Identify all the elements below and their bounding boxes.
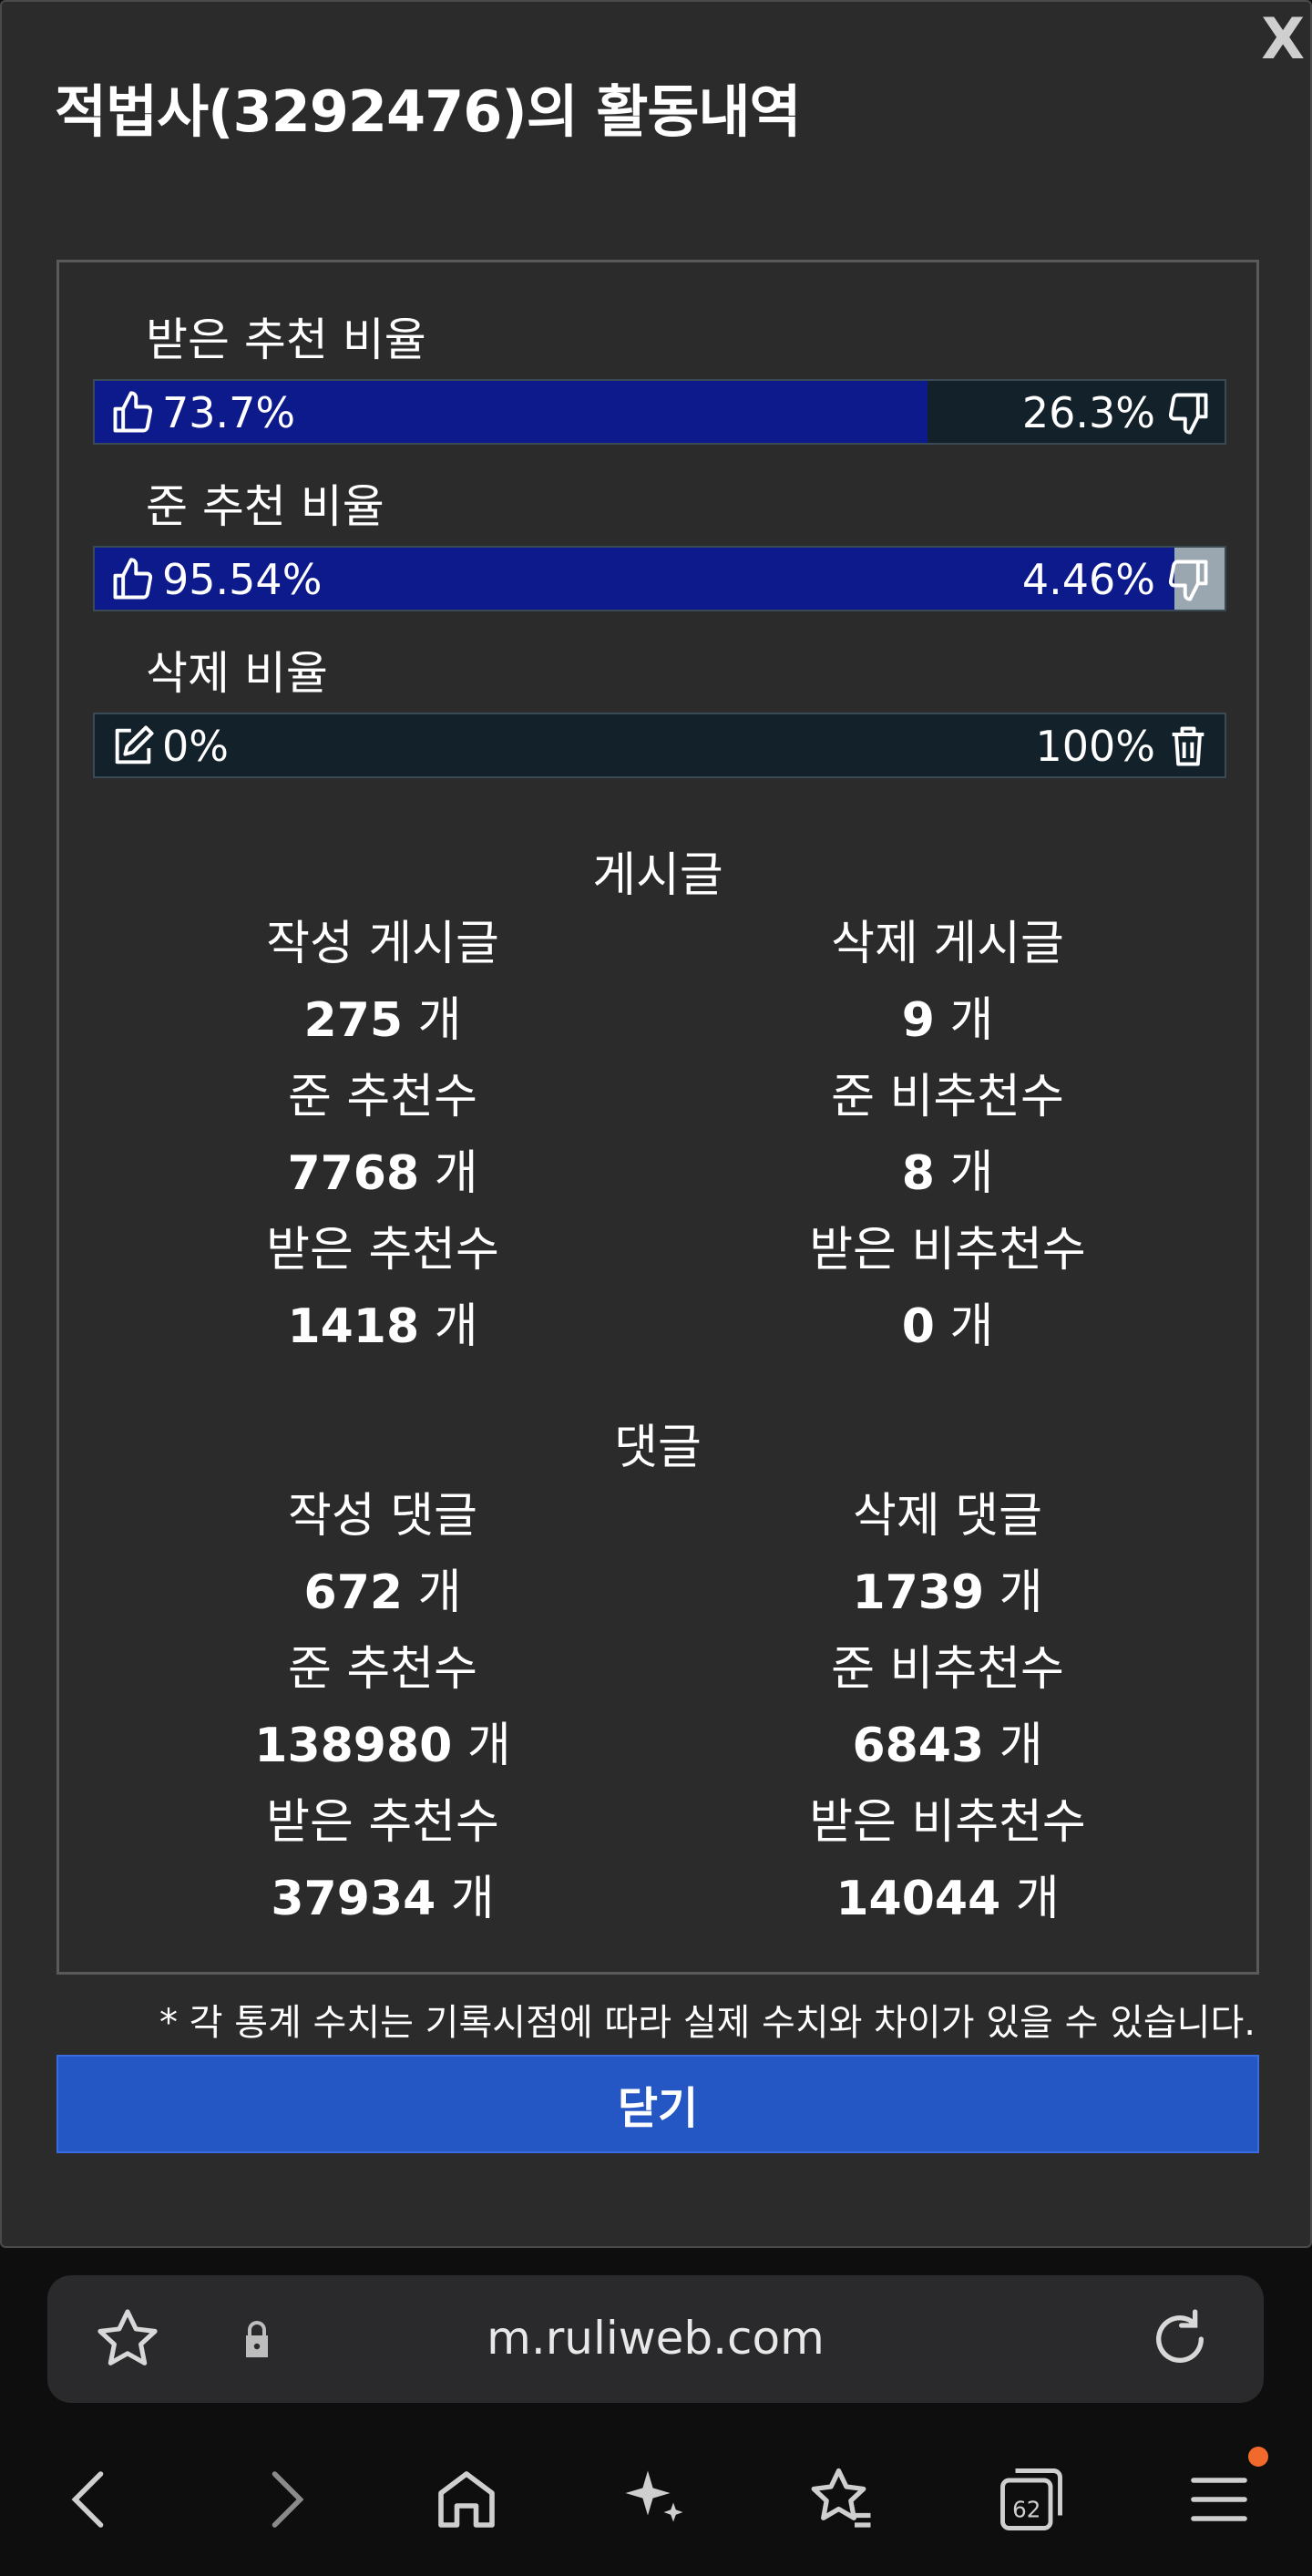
notification-dot	[1248, 2447, 1268, 2467]
comments-section-title: 댓글	[614, 1421, 702, 1475]
tabs-icon[interactable]: 62	[993, 2461, 1070, 2538]
received-recommend-ratio-bar: 73.7% 26.3%	[93, 379, 1226, 445]
stat-value: 14044 개	[835, 1872, 1060, 1926]
disclaimer-note: * 각 통계 수치는 기록시점에 따라 실제 수치와 차이가 있을 수 있습니다…	[159, 2002, 1256, 2044]
thumbs-up-icon	[113, 558, 153, 600]
address-bar[interactable]: m.ruliweb.com	[47, 2275, 1264, 2403]
modal-title: 적법사(3292476)의 활동내역	[55, 78, 802, 145]
comments-left-column: 작성 댓글 672 개 준 추천수 138980 개 받은 추천수 37934 …	[128, 1478, 638, 1937]
posts-section-title: 게시글	[592, 848, 723, 903]
stat-label: 받은 추천수	[266, 1223, 499, 1278]
ratio-left-value: 73.7%	[162, 388, 296, 437]
stat-label: 받은 추천수	[266, 1795, 499, 1850]
stat-value: 0 개	[901, 1299, 994, 1354]
stat-label: 작성 댓글	[288, 1489, 477, 1544]
svg-text:62: 62	[1012, 2496, 1040, 2522]
posts-right-column: 삭제 게시글 9 개 준 비추천수 8 개 받은 비추천수 0 개	[692, 906, 1203, 1365]
given-recommend-ratio-bar: 95.54% 4.46%	[93, 546, 1226, 611]
stat-label: 준 비추천수	[831, 1070, 1064, 1124]
sparkle-icon[interactable]	[616, 2461, 692, 2538]
posts-left-column: 작성 게시글 275 개 준 추천수 7768 개 받은 추천수 1418 개	[128, 906, 638, 1365]
stat-label: 준 추천수	[288, 1642, 477, 1697]
given-recommend-ratio-label: 준 추천 비율	[146, 480, 384, 533]
browser-chrome: m.ruliweb.com 62	[0, 2248, 1312, 2576]
trash-icon	[1172, 726, 1204, 766]
edit-icon	[115, 725, 154, 765]
stat-value: 8 개	[901, 1146, 994, 1201]
home-icon[interactable]	[428, 2461, 505, 2538]
delete-ratio-label: 삭제 비율	[146, 647, 328, 700]
reload-icon[interactable]	[1143, 2303, 1216, 2376]
thumbs-down-icon	[1168, 393, 1208, 435]
stat-label: 삭제 댓글	[853, 1489, 1042, 1544]
received-recommend-ratio-label: 받은 추천 비율	[146, 313, 426, 366]
ratio-right-value: 26.3%	[1021, 388, 1155, 437]
stat-value: 275 개	[303, 993, 462, 1048]
stat-label: 받은 비추천수	[809, 1223, 1086, 1278]
back-icon[interactable]	[53, 2461, 129, 2538]
thumbs-down-icon	[1168, 559, 1208, 601]
forward-icon[interactable]	[246, 2461, 323, 2538]
stats-panel: 받은 추천 비율 73.7% 26.3% 준 추천 비율 95.54% 4.46…	[56, 260, 1259, 1975]
stat-value: 1739 개	[852, 1565, 1043, 1620]
bookmarks-icon[interactable]	[804, 2461, 880, 2538]
ratio-right-value: 100%	[1035, 722, 1155, 771]
stat-label: 삭제 게시글	[831, 917, 1064, 971]
stat-value: 37934 개	[271, 1872, 495, 1926]
ratio-left-value: 0%	[162, 722, 229, 771]
menu-icon[interactable]	[1181, 2461, 1257, 2538]
stat-value: 6843 개	[852, 1719, 1043, 1773]
ratio-left-value: 95.54%	[162, 555, 323, 604]
activity-modal: X 적법사(3292476)의 활동내역 받은 추천 비율 73.7% 26.3…	[0, 0, 1312, 2248]
stat-value: 7768 개	[287, 1146, 478, 1201]
thumbs-up-icon	[113, 391, 153, 433]
bottom-nav: 62	[0, 2430, 1312, 2576]
ratio-right-value: 4.46%	[1021, 555, 1155, 604]
stat-label: 준 비추천수	[831, 1642, 1064, 1697]
stat-label: 준 추천수	[288, 1070, 477, 1124]
stat-value: 138980 개	[254, 1719, 511, 1773]
comments-right-column: 삭제 댓글 1739 개 준 비추천수 6843 개 받은 비추천수 14044…	[692, 1478, 1203, 1937]
url-text[interactable]: m.ruliweb.com	[47, 2312, 1264, 2365]
stat-value: 9 개	[901, 993, 994, 1048]
close-button[interactable]: 닫기	[56, 2055, 1259, 2153]
stat-label: 받은 비추천수	[809, 1795, 1086, 1850]
stat-value: 1418 개	[287, 1299, 478, 1354]
delete-ratio-bar: 0% 100%	[93, 713, 1226, 778]
stat-label: 작성 게시글	[266, 917, 499, 971]
close-x-button[interactable]: X	[1261, 11, 1305, 67]
stat-value: 672 개	[303, 1565, 462, 1620]
